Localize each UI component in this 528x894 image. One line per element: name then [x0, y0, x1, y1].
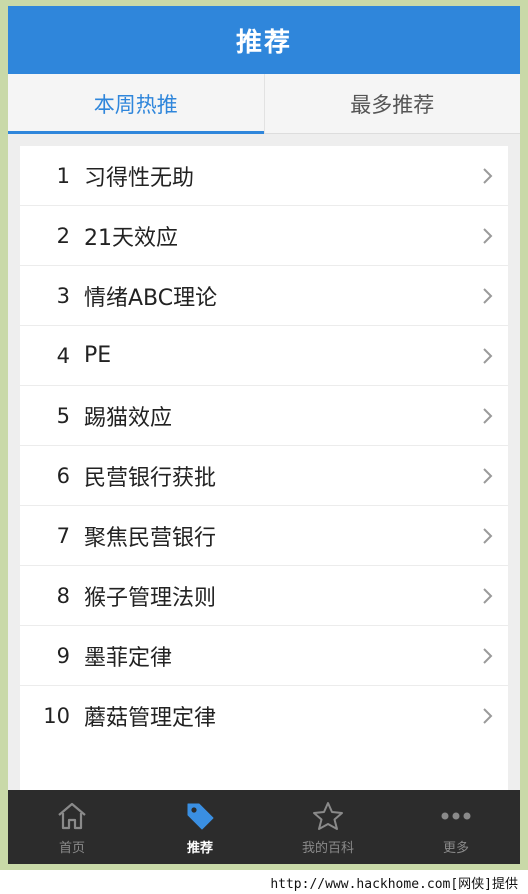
item-label: 踢猫效应	[84, 405, 173, 431]
home-icon	[56, 799, 88, 833]
item-rank: 6	[56, 463, 70, 488]
chevron-right-icon	[468, 467, 508, 485]
nav-recommend-label: 推荐	[186, 840, 213, 856]
chevron-right-icon	[468, 287, 508, 305]
nav-home[interactable]: 首页	[8, 790, 136, 864]
more-icon	[440, 799, 472, 833]
item-label: PE	[84, 343, 112, 368]
list-item[interactable]: 5 踢猫效应	[20, 386, 508, 446]
item-rank: 8	[56, 583, 70, 608]
watermark: http://www.hackhome.com[网侠]提供	[0, 870, 528, 894]
app-window: 推荐 本周热推 最多推荐 1 习得性无助 2 21天效应 3 情绪ABC理论 4…	[8, 6, 520, 864]
tab-bar: 本周热推 最多推荐	[8, 74, 520, 134]
list-item[interactable]: 8 猴子管理法则	[20, 566, 508, 626]
item-label: 民营银行获批	[84, 465, 217, 491]
list-item[interactable]: 3 情绪ABC理论	[20, 266, 508, 326]
nav-more-label: 更多	[442, 840, 469, 856]
chevron-right-icon	[468, 347, 508, 365]
nav-my-wiki[interactable]: 我的百科	[264, 790, 392, 864]
tag-icon	[184, 799, 216, 833]
watermark-text: http://www.hackhome.com[网侠]提供	[270, 876, 518, 892]
item-rank: 1	[56, 163, 70, 188]
chevron-right-icon	[468, 647, 508, 665]
star-icon	[312, 799, 344, 833]
item-label: 21天效应	[84, 225, 178, 251]
item-label: 蘑菇管理定律	[84, 706, 217, 731]
chevron-right-icon	[468, 407, 508, 425]
item-rank: 4	[56, 343, 70, 368]
nav-more[interactable]: 更多	[392, 790, 520, 864]
list-item[interactable]: 10 蘑菇管理定律	[20, 686, 508, 746]
item-label: 墨菲定律	[84, 645, 173, 671]
item-rank: 9	[56, 643, 70, 668]
item-rank: 3	[56, 283, 70, 308]
chevron-right-icon	[468, 587, 508, 605]
list-item[interactable]: 4 PE	[20, 326, 508, 386]
item-label: 情绪ABC理论	[84, 285, 218, 311]
chevron-right-icon	[468, 707, 508, 725]
tab-most-recommended[interactable]: 最多推荐	[263, 74, 521, 133]
list-item[interactable]: 6 民营银行获批	[20, 446, 508, 506]
tab-weekly-hot[interactable]: 本周热推	[8, 74, 264, 134]
chevron-right-icon	[468, 527, 508, 545]
list-item[interactable]: 7 聚焦民营银行	[20, 506, 508, 566]
nav-recommend[interactable]: 推荐	[136, 790, 264, 864]
item-label: 习得性无助	[84, 165, 195, 191]
chevron-right-icon	[468, 227, 508, 245]
item-rank: 10	[43, 704, 70, 728]
item-rank: 5	[56, 403, 70, 428]
item-rank: 7	[56, 523, 70, 548]
list-item[interactable]: 2 21天效应	[20, 206, 508, 266]
nav-home-label: 首页	[58, 840, 85, 856]
chevron-right-icon	[468, 167, 508, 185]
page-title: 推荐	[235, 27, 292, 58]
list-item[interactable]: 9 墨菲定律	[20, 626, 508, 686]
nav-my-wiki-label: 我的百科	[301, 840, 354, 856]
title-bar: 推荐	[8, 6, 520, 74]
list-item[interactable]: 1 习得性无助	[20, 146, 508, 206]
item-label: 猴子管理法则	[84, 585, 217, 611]
item-rank: 2	[56, 223, 70, 248]
recommend-list: 1 习得性无助 2 21天效应 3 情绪ABC理论 4 PE 5 踢猫效应 6 …	[20, 146, 508, 790]
bottom-nav: 首页 推荐 我的百科 更多	[8, 790, 520, 864]
item-label: 聚焦民营银行	[84, 525, 217, 551]
